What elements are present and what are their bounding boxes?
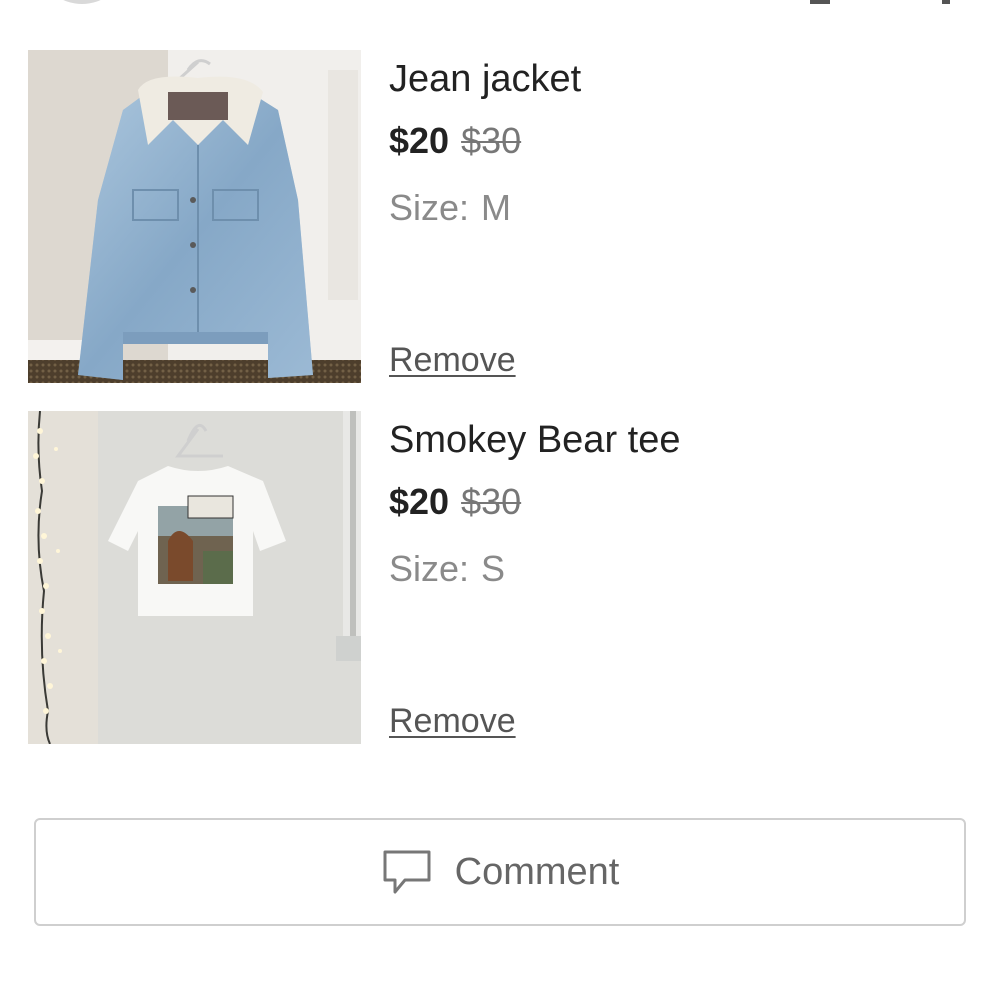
cart-page: Jean jacket $20 $30 Size: M Remove Smoke… (0, 0, 1000, 998)
size-row: Size: M (389, 187, 511, 229)
header-mark (942, 0, 950, 4)
size-label: Size: (389, 548, 470, 589)
price-row: $20 $30 (389, 120, 521, 162)
cart-item: Smokey Bear tee $20 $30 Size: S Remove (28, 411, 968, 745)
item-title[interactable]: Smokey Bear tee (389, 419, 680, 462)
item-original-price: $30 (461, 120, 522, 161)
price-row: $20 $30 (389, 481, 521, 523)
size-value: M (481, 187, 512, 228)
t-shirt-photo (28, 411, 361, 744)
item-details: Jean jacket $20 $30 Size: M Remove (389, 50, 949, 384)
item-photo-jean-jacket[interactable] (28, 50, 361, 383)
item-details: Smokey Bear tee $20 $30 Size: S Remove (389, 411, 949, 745)
header-actions (810, 0, 950, 6)
size-value: S (481, 548, 506, 589)
comment-button[interactable]: Comment (34, 818, 966, 926)
remove-button[interactable]: Remove (389, 702, 516, 741)
remove-button[interactable]: Remove (389, 341, 516, 380)
jean-jacket-photo (28, 50, 361, 383)
size-label: Size: (389, 187, 470, 228)
size-row: Size: S (389, 548, 505, 590)
item-price: $20 (389, 481, 450, 522)
item-title[interactable]: Jean jacket (389, 58, 581, 101)
item-original-price: $30 (461, 481, 522, 522)
comment-label: Comment (454, 850, 620, 893)
avatar[interactable] (44, 0, 120, 4)
item-photo-smokey-bear-tee[interactable] (28, 411, 361, 744)
header-mark (810, 0, 830, 4)
speech-bubble-icon (381, 848, 433, 896)
item-price: $20 (389, 120, 450, 161)
cart-item: Jean jacket $20 $30 Size: M Remove (28, 50, 968, 384)
